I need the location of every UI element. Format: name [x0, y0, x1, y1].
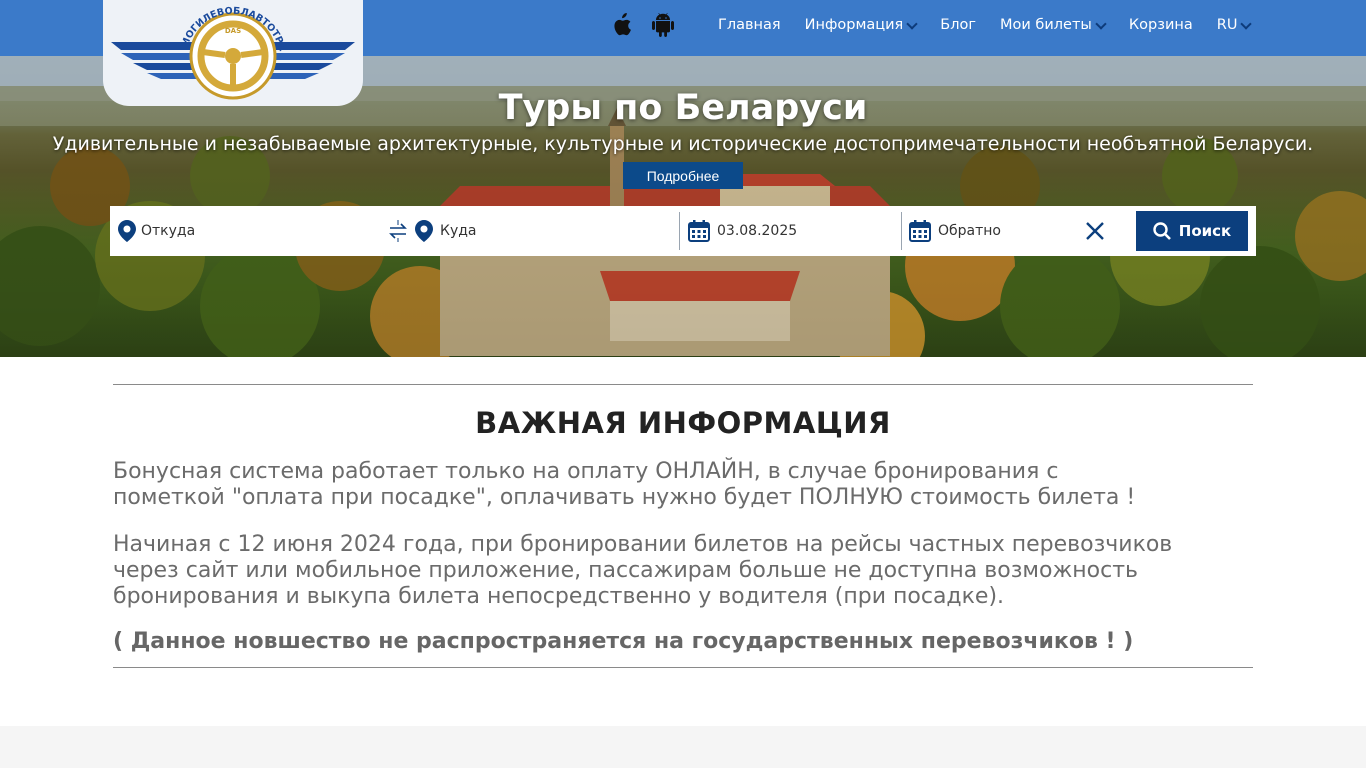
main-nav: Главная Информация Блог Мои билеты Корзи…	[600, 0, 1253, 50]
search-icon	[1153, 222, 1171, 240]
paragraph-line: Начиная с 12 июня 2024 года, при брониро…	[113, 532, 1173, 557]
info-title: ВАЖНАЯ ИНФОРМАЦИЯ	[475, 406, 891, 440]
swap-direction-icon[interactable]	[388, 220, 408, 242]
nav-item-my-tickets[interactable]: Мои билеты	[1000, 17, 1107, 33]
from-input[interactable]	[141, 223, 371, 239]
language-selector[interactable]: RU	[1216, 17, 1253, 33]
search-button-label: Поиск	[1178, 222, 1232, 240]
trip-search-form: Поиск	[110, 206, 1256, 256]
from-field[interactable]	[118, 206, 383, 256]
to-input[interactable]	[440, 223, 665, 239]
hero-subtitle: Удивительные и незабываемые архитектурны…	[52, 133, 1314, 155]
location-pin-icon	[118, 220, 136, 242]
bonus-info-paragraph: Бонусная система работает только на опла…	[113, 459, 1263, 511]
android-icon[interactable]	[651, 13, 675, 37]
divider	[113, 384, 1253, 385]
more-details-button[interactable]: Подробнее	[623, 162, 743, 189]
calendar-icon	[688, 220, 710, 242]
nav-label: Главная	[718, 17, 781, 33]
important-info-section: ВАЖНАЯ ИНФОРМАЦИЯ Бонусная система работ…	[0, 357, 1366, 726]
chevron-down-icon	[1095, 17, 1107, 30]
return-date-field[interactable]	[909, 206, 1079, 256]
nav-item-information[interactable]: Информация	[804, 17, 918, 33]
field-divider	[679, 212, 680, 250]
to-field[interactable]	[415, 206, 675, 256]
paragraph-line: через сайт или мобильное приложение, пас…	[113, 558, 1138, 583]
divider	[113, 667, 1253, 668]
return-date-input[interactable]	[938, 223, 1073, 239]
nav-label: Мои билеты	[1000, 17, 1092, 33]
nav-label: Корзина	[1128, 17, 1193, 33]
calendar-icon	[909, 220, 931, 242]
field-divider	[901, 212, 902, 250]
paragraph-line: бронирования и выкупа билета непосредств…	[113, 584, 1005, 609]
date-field[interactable]	[688, 206, 898, 256]
location-pin-icon	[415, 220, 433, 242]
paragraph-line: Бонусная система работает только на опла…	[113, 459, 1059, 484]
nav-label: Информация	[804, 17, 904, 33]
nav-item-cart[interactable]: Корзина	[1129, 17, 1193, 33]
nav-label: Блог	[940, 17, 976, 33]
apple-icon[interactable]	[609, 13, 633, 37]
close-icon[interactable]	[1085, 221, 1105, 241]
paragraph-line: пометкой "оплата при посадке", оплачиват…	[113, 485, 1136, 510]
chevron-down-icon	[1240, 17, 1253, 30]
booking-info-paragraph: Начиная с 12 июня 2024 года, при брониро…	[113, 532, 1263, 610]
site-logo[interactable]: МОГИЛЕВОБЛАВТОТРАНС DAS	[103, 0, 363, 106]
logo-badge: DAS	[225, 27, 241, 35]
info-note: ( Данное новшество не распространяется н…	[113, 629, 1134, 654]
nav-item-blog[interactable]: Блог	[940, 17, 976, 33]
chevron-down-icon	[906, 17, 918, 30]
search-button[interactable]: Поиск	[1136, 211, 1248, 251]
nav-item-home[interactable]: Главная	[718, 17, 781, 33]
nav-label: RU	[1216, 17, 1238, 33]
departure-date-input[interactable]	[717, 223, 887, 239]
